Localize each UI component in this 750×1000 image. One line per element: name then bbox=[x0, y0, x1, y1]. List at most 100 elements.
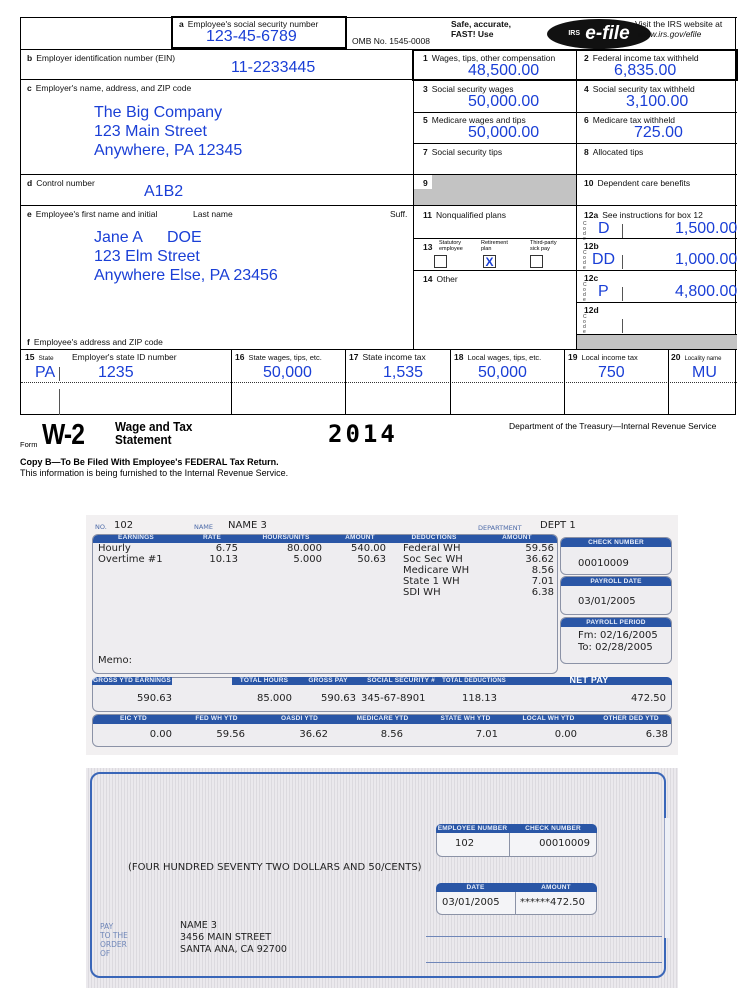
period-to: To: 02/28/2005 bbox=[578, 642, 653, 653]
box-f-label: f Employee's address and ZIP code bbox=[27, 337, 163, 347]
form-title: Wage and Tax Statement bbox=[115, 419, 193, 447]
col-hours: HOURS/UNITS bbox=[262, 534, 310, 541]
divider bbox=[21, 17, 737, 18]
divider bbox=[59, 367, 60, 381]
irs-visit-text: Visit the IRS website at bbox=[635, 19, 723, 29]
state-value: PA bbox=[35, 364, 56, 381]
furnished-info-text: This information is being furnished to t… bbox=[20, 468, 289, 478]
department-text: Department of the Treasury—Internal Reve… bbox=[509, 421, 717, 431]
gross-pay-header: GROSS PAY bbox=[308, 677, 348, 684]
box-19-value: 750 bbox=[598, 364, 625, 381]
date-label: DATE bbox=[436, 883, 515, 892]
employee-number-value: 102 bbox=[455, 838, 475, 849]
ytd-header: EIC YTD bbox=[120, 715, 147, 722]
box-9-shaded bbox=[414, 175, 576, 205]
net-pay-header: NET PAY bbox=[569, 675, 609, 685]
total-deductions-value: 118.13 bbox=[462, 693, 497, 704]
box-e-label: e Employee's first name and initial bbox=[27, 209, 158, 219]
paycheck: EMPLOYEE NUMBER CHECK NUMBER 102 0001000… bbox=[86, 768, 678, 988]
memo-label: Memo: bbox=[98, 655, 133, 666]
payroll-date-label: PAYROLL DATE bbox=[561, 577, 671, 586]
state-id-value: 1235 bbox=[98, 364, 134, 381]
check-amount-value: ******472.50 bbox=[520, 897, 585, 908]
box-18-value: 50,000 bbox=[478, 364, 527, 381]
earning-hours: 80.000 bbox=[287, 543, 322, 554]
divider bbox=[622, 319, 623, 333]
box-17-label: 17 State income tax bbox=[349, 352, 426, 362]
retirement-plan-label: Retirement plan bbox=[481, 240, 508, 252]
tax-year: 2014 bbox=[328, 420, 398, 448]
box-12a-value: 1,500.00 bbox=[675, 220, 738, 237]
divider bbox=[21, 79, 413, 80]
deduction-amount: 8.56 bbox=[531, 565, 554, 576]
box-b-label: b Employer identification number (EIN) bbox=[27, 53, 176, 63]
divider bbox=[515, 892, 516, 915]
employee-number: 102 bbox=[114, 520, 134, 531]
ytd-value: 0.00 bbox=[149, 729, 172, 740]
divider bbox=[413, 112, 737, 113]
efile-tagline-1: Safe, accurate, bbox=[451, 19, 512, 29]
box-16-value: 50,000 bbox=[263, 364, 312, 381]
code-vertical-label: Code bbox=[583, 250, 587, 271]
statutory-employee-checkbox[interactable] bbox=[434, 255, 447, 268]
retirement-plan-checkbox[interactable]: X bbox=[483, 255, 496, 268]
box-12a-code: D bbox=[598, 220, 610, 237]
net-pay-value: 472.50 bbox=[631, 693, 666, 704]
col-rate: RATE bbox=[202, 534, 221, 541]
box-4-value: 3,100.00 bbox=[626, 93, 689, 110]
third-party-sick-pay-label: Third-party sick pay bbox=[530, 240, 557, 252]
deduction-amount: 6.38 bbox=[531, 587, 554, 598]
no-label: NO. bbox=[95, 523, 107, 531]
ssn-value: 345-67-8901 bbox=[361, 693, 426, 704]
employee-city: Anywhere Else, PA 23456 bbox=[94, 267, 278, 284]
divider bbox=[413, 238, 737, 239]
payee-street: 3456 MAIN STREET bbox=[180, 932, 272, 943]
total-deductions-header: TOTAL DEDUCTIONS bbox=[442, 678, 506, 684]
divider bbox=[413, 143, 737, 144]
box-16-label: 16 State wages, tips, etc. bbox=[235, 352, 322, 362]
box-12c-value: 4,800.00 bbox=[675, 283, 738, 300]
col-earnings: EARNINGS bbox=[118, 534, 154, 541]
ytd-header: OTHER DED YTD bbox=[603, 715, 659, 722]
state-id-label: Employer's state ID number bbox=[72, 352, 177, 362]
pay-stub: NO. 102 NAME NAME 3 DEPARTMENT DEPT 1 EA… bbox=[86, 515, 678, 755]
total-hours-header: TOTAL HOURS bbox=[239, 677, 289, 684]
box-20-value: MU bbox=[692, 364, 717, 381]
divider bbox=[577, 302, 737, 303]
employer-city: Anywhere, PA 12345 bbox=[94, 142, 243, 159]
divider bbox=[509, 833, 510, 857]
divider bbox=[564, 349, 565, 415]
divider bbox=[668, 349, 669, 415]
box-18-label: 18 Local wages, tips, etc. bbox=[454, 352, 542, 362]
box-14-label: 14 Other bbox=[423, 274, 458, 284]
divider bbox=[576, 49, 577, 349]
third-party-sick-pay-checkbox[interactable] bbox=[530, 255, 543, 268]
deduction-name: Federal WH bbox=[403, 543, 461, 554]
gross-ytd-header: GROSS YTD EARNINGS bbox=[92, 677, 172, 685]
employer-street: 123 Main Street bbox=[94, 123, 207, 140]
earning-rate: 6.75 bbox=[215, 543, 238, 554]
ssn-header: SOCIAL SECURITY # bbox=[367, 677, 435, 684]
employee-name: NAME 3 bbox=[228, 520, 267, 531]
ytd-header: STATE WH YTD bbox=[440, 715, 491, 722]
payroll-period-label: PAYROLL PERIOD bbox=[561, 618, 671, 627]
earning-rate: 10.13 bbox=[209, 554, 238, 565]
employee-street: 123 Elm Street bbox=[94, 248, 200, 265]
code-vertical-label: Code bbox=[583, 282, 587, 303]
box-12c-code: P bbox=[598, 283, 609, 300]
pay-to-the-order-of-label: PAY TO THE ORDER OF bbox=[100, 922, 128, 958]
box-c-label: c Employer's name, address, and ZIP code bbox=[27, 83, 192, 93]
employer-name: The Big Company bbox=[94, 104, 223, 121]
ytd-value: 0.00 bbox=[554, 729, 577, 740]
col-amount: AMOUNT bbox=[345, 534, 375, 541]
form-name-w2: W-2 bbox=[42, 419, 85, 451]
employee-first-name: Jane A bbox=[94, 229, 143, 246]
amount-in-words: (FOUR HUNDRED SEVENTY TWO DOLLARS AND 50… bbox=[128, 862, 422, 873]
divider bbox=[21, 205, 737, 206]
statutory-employee-label: Statutory employee bbox=[439, 240, 463, 252]
irs-efile-link[interactable]: www.irs.gov/efile bbox=[638, 29, 701, 39]
divider bbox=[622, 224, 623, 238]
gross-ytd-value: 590.63 bbox=[137, 693, 172, 704]
deduction-name: Medicare WH bbox=[403, 565, 470, 576]
deduction-name: State 1 WH bbox=[403, 576, 460, 587]
